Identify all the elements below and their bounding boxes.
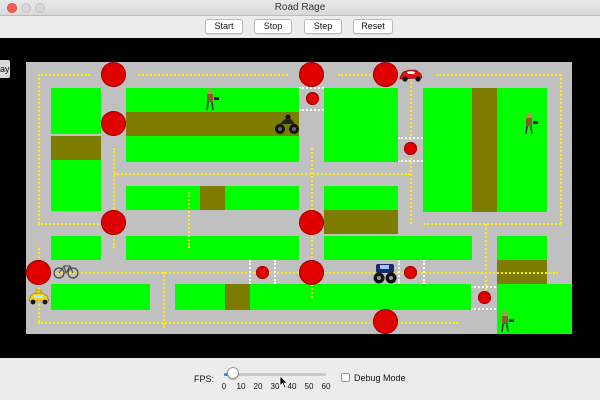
traffic-light-red — [373, 309, 398, 334]
lane-marker — [38, 272, 558, 274]
title-bar: Road Rage — [0, 0, 600, 16]
start-button[interactable]: Start — [205, 19, 243, 34]
lane-marker — [38, 74, 90, 76]
grass-block — [324, 88, 398, 162]
lane-marker — [436, 74, 561, 76]
dirt-patch — [225, 284, 250, 310]
dirt-patch — [472, 88, 497, 212]
window-title: Road Rage — [274, 2, 326, 13]
dirt-patch — [324, 210, 398, 234]
traffic-light-red — [306, 92, 319, 105]
grass-block — [51, 236, 101, 260]
fps-tick-label: 50 — [304, 382, 314, 391]
grass-block — [51, 284, 150, 310]
traffic-light-red — [299, 210, 324, 235]
step-button[interactable]: Step — [304, 19, 342, 34]
crosswalk-marker — [299, 109, 324, 111]
lane-marker — [138, 74, 288, 76]
grass-block — [51, 88, 101, 134]
crosswalk-marker — [274, 260, 276, 284]
game-canvas[interactable]: ay — [0, 38, 600, 358]
lane-marker — [188, 192, 190, 248]
reset-button[interactable]: Reset — [353, 19, 393, 34]
fps-tick-labels: 0 10 20 30 40 50 60 — [218, 382, 338, 394]
crosswalk-marker — [471, 308, 496, 310]
lane-marker — [485, 224, 487, 294]
lane-marker — [163, 272, 165, 328]
traffic-light-red — [101, 111, 126, 136]
crosswalk-marker — [398, 260, 400, 284]
crosswalk-marker — [471, 286, 496, 288]
debug-mode-checkbox[interactable] — [341, 373, 350, 382]
traffic-light-red — [101, 62, 126, 87]
toolbar: Start Stop Step Reset — [0, 16, 600, 38]
taxi-icon — [28, 289, 50, 305]
sports-car-icon — [399, 69, 423, 82]
dirt-patch — [51, 136, 101, 160]
crosswalk-marker — [299, 87, 324, 89]
side-tab[interactable]: ay — [0, 60, 10, 78]
lane-marker — [424, 223, 561, 225]
traffic-light-red — [299, 62, 324, 87]
app-window: Road Rage Start Stop Step Reset ay FPS: … — [0, 0, 600, 400]
grass-block — [175, 284, 471, 310]
fps-slider[interactable] — [224, 373, 326, 376]
mouse-cursor-icon — [279, 375, 289, 389]
road-map — [26, 62, 572, 334]
grass-block — [51, 160, 101, 211]
grass-block — [324, 236, 472, 260]
traffic-light-red — [404, 142, 417, 155]
lane-marker — [560, 74, 562, 224]
lane-marker — [338, 74, 378, 76]
bicycle-icon — [53, 265, 79, 279]
traffic-light-red — [256, 266, 269, 279]
fps-slider-thumb[interactable] — [226, 367, 239, 379]
traffic-light-red — [404, 266, 417, 279]
crosswalk-marker — [398, 137, 423, 139]
debug-mode-label: Debug Mode — [354, 373, 406, 383]
fps-tick-label: 20 — [253, 382, 263, 391]
fps-tick-label: 60 — [321, 382, 331, 391]
fps-label: FPS: — [194, 374, 215, 384]
traffic-light-red — [373, 62, 398, 87]
fps-tick-label: 0 — [221, 382, 227, 391]
atv-icon — [275, 114, 299, 134]
crosswalk-marker — [423, 260, 425, 284]
traffic-light-red — [478, 291, 491, 304]
lane-marker — [38, 223, 103, 225]
pedestrian-icon — [501, 310, 514, 333]
crosswalk-marker — [398, 160, 423, 162]
monster-truck-icon — [373, 264, 397, 284]
dirt-patch — [200, 186, 225, 210]
pedestrian-icon — [525, 112, 538, 135]
crosswalk-marker — [249, 260, 251, 284]
traffic-light-red — [101, 210, 126, 235]
lane-marker — [38, 74, 40, 224]
lane-marker — [114, 173, 410, 175]
traffic-light-red — [299, 260, 324, 285]
traffic-light-red — [26, 260, 51, 285]
pedestrian-icon — [206, 88, 219, 111]
fps-tick-label: 10 — [236, 382, 246, 391]
stop-button[interactable]: Stop — [254, 19, 292, 34]
control-bar: FPS: 0 10 20 30 40 50 60 Debug Mode — [0, 358, 600, 400]
grass-block — [126, 236, 299, 260]
